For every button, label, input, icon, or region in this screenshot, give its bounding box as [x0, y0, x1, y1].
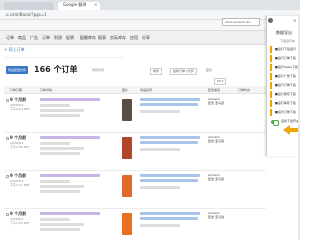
nav-item[interactable]: 订单 — [42, 35, 50, 41]
order-detail-line — [40, 114, 80, 117]
browser-tab[interactable] — [4, 2, 54, 10]
order-time: 2020/6/1 下午4:10 PDT — [10, 103, 30, 111]
filter-label: 所有时间 — [92, 68, 105, 72]
nav-item[interactable]: 订单 — [6, 35, 14, 41]
tab-close-icon[interactable]: × — [94, 2, 97, 7]
scrollbar[interactable] — [298, 16, 300, 240]
product-title-link[interactable] — [140, 98, 200, 101]
breadcrumb[interactable]: > 网上订单 — [4, 47, 25, 53]
order-detail-line — [40, 104, 70, 107]
divider — [4, 57, 124, 63]
tab-title: Google 翻译 — [63, 2, 87, 7]
product-title-link[interactable] — [140, 103, 198, 106]
auto-download-label: 自动下载开关 — [281, 119, 300, 123]
url-text[interactable]: u.com/Barai/?pgs=1 — [6, 12, 47, 17]
product-sku — [140, 110, 180, 113]
order-detail-line — [40, 228, 80, 231]
avatar[interactable] — [268, 18, 273, 23]
product-title-link[interactable] — [140, 136, 200, 139]
product-sku — [140, 224, 180, 227]
order-id-link[interactable] — [40, 136, 100, 139]
panel-title: 数据导出 — [276, 30, 292, 35]
nav-item[interactable]: 配额库存 — [80, 35, 96, 41]
product-thumbnail[interactable] — [122, 99, 132, 121]
fulfillment-channel: Amazon 配送 亚马逊 — [208, 211, 224, 219]
panel-menu-item[interactable]: ■运行广告下载 — [270, 73, 300, 80]
pointer-arrow-icon — [283, 125, 299, 135]
panel-menu-item[interactable]: ■运行库存下载 — [270, 100, 300, 107]
column-header[interactable]: 配送渠道 — [208, 88, 220, 92]
product-title-link[interactable] — [140, 217, 198, 220]
nav-item[interactable]: 利润 — [54, 35, 62, 41]
panel-menu-item[interactable]: ■运行Sales下载 — [270, 64, 300, 71]
panel-menu-item[interactable]: ■运行库存下载 — [270, 91, 300, 98]
page-size-label: 显示 — [206, 68, 213, 72]
order-time: 2020/6/1 下午2:56 PDT — [10, 141, 30, 149]
page-size-select[interactable]: 20 ▾ — [214, 78, 227, 85]
order-detail-line — [40, 185, 84, 188]
fulfillment-channel: Amazon 配送 亚马逊 — [208, 135, 224, 143]
order-id-link[interactable] — [40, 98, 100, 101]
panel-menu-item[interactable]: ■运行订单下载 — [270, 55, 300, 62]
fulfillment-channel: Amazon 配送 亚马逊 — [208, 97, 224, 105]
order-detail-line — [40, 223, 84, 226]
panel-close-icon[interactable]: ✕ — [293, 18, 296, 23]
export-button[interactable]: 导出配送文件 — [6, 66, 28, 74]
row-checkbox[interactable] — [6, 137, 9, 140]
column-header[interactable]: 订单状态 — [238, 88, 250, 92]
store-select[interactable]: store.amazon.de — [222, 18, 260, 26]
order-id-link[interactable] — [40, 212, 100, 215]
browser-tabbar — [0, 0, 300, 10]
row-checkbox[interactable] — [6, 213, 9, 216]
row-checkbox[interactable] — [6, 99, 9, 102]
panel-menu-item[interactable]: ■运行下载运行 — [270, 46, 300, 53]
product-sku — [140, 186, 180, 189]
product-thumbnail[interactable] — [122, 137, 132, 159]
product-title-link[interactable] — [140, 212, 200, 215]
fulfillment-channel: Amazon 配送 亚马逊 — [208, 173, 224, 181]
nav-item[interactable]: 报表 — [98, 35, 106, 41]
order-time: 2020/6/1 下午1:16 PDT — [10, 217, 30, 225]
nav-item[interactable]: 实际库存 — [110, 35, 126, 41]
panel-hint: 下载运行中... — [280, 39, 298, 43]
order-detail-line — [40, 109, 84, 112]
order-detail-line — [40, 147, 84, 150]
order-detail-line — [40, 180, 70, 183]
order-time: 2020/6/1 下午1:17 PDT — [10, 179, 30, 187]
product-title-link[interactable] — [140, 174, 200, 177]
sort-label[interactable]: 排序 — [150, 68, 163, 75]
column-header[interactable]: 订单日期 — [10, 88, 22, 92]
order-count: 166 个订单 — [34, 65, 78, 74]
order-detail-line — [40, 190, 80, 193]
product-thumbnail[interactable] — [122, 175, 132, 197]
nav-item[interactable]: 商品 — [18, 35, 26, 41]
panel-menu-item[interactable]: ■运行订单下载 — [270, 109, 300, 116]
nav-item[interactable]: 应用 — [130, 35, 138, 41]
column-header[interactable]: 商品名称 — [140, 88, 152, 92]
product-sku — [140, 148, 180, 151]
order-detail-line — [40, 152, 80, 155]
column-header[interactable]: 图片 — [122, 88, 128, 92]
product-title-link[interactable] — [140, 141, 198, 144]
column-header[interactable]: 订单详情 — [40, 88, 52, 92]
status-select[interactable]: 最新订单 (升序) — [170, 68, 198, 75]
row-checkbox[interactable] — [6, 175, 9, 178]
order-id-link[interactable] — [40, 174, 100, 177]
product-title-link[interactable] — [140, 179, 198, 182]
product-thumbnail[interactable] — [122, 213, 132, 235]
page-root: { "browser": { "tab_title": "Google 翻译",… — [0, 0, 300, 240]
order-detail-line — [40, 218, 70, 221]
nav-item[interactable]: 广告 — [30, 35, 38, 41]
panel-menu-item[interactable]: ■运行订单下载 — [270, 82, 300, 89]
nav-item[interactable]: 促销 — [66, 35, 74, 41]
order-detail-line — [40, 142, 70, 145]
auto-download-toggle[interactable] — [271, 120, 279, 126]
nav-item[interactable]: 分享 — [142, 35, 150, 41]
